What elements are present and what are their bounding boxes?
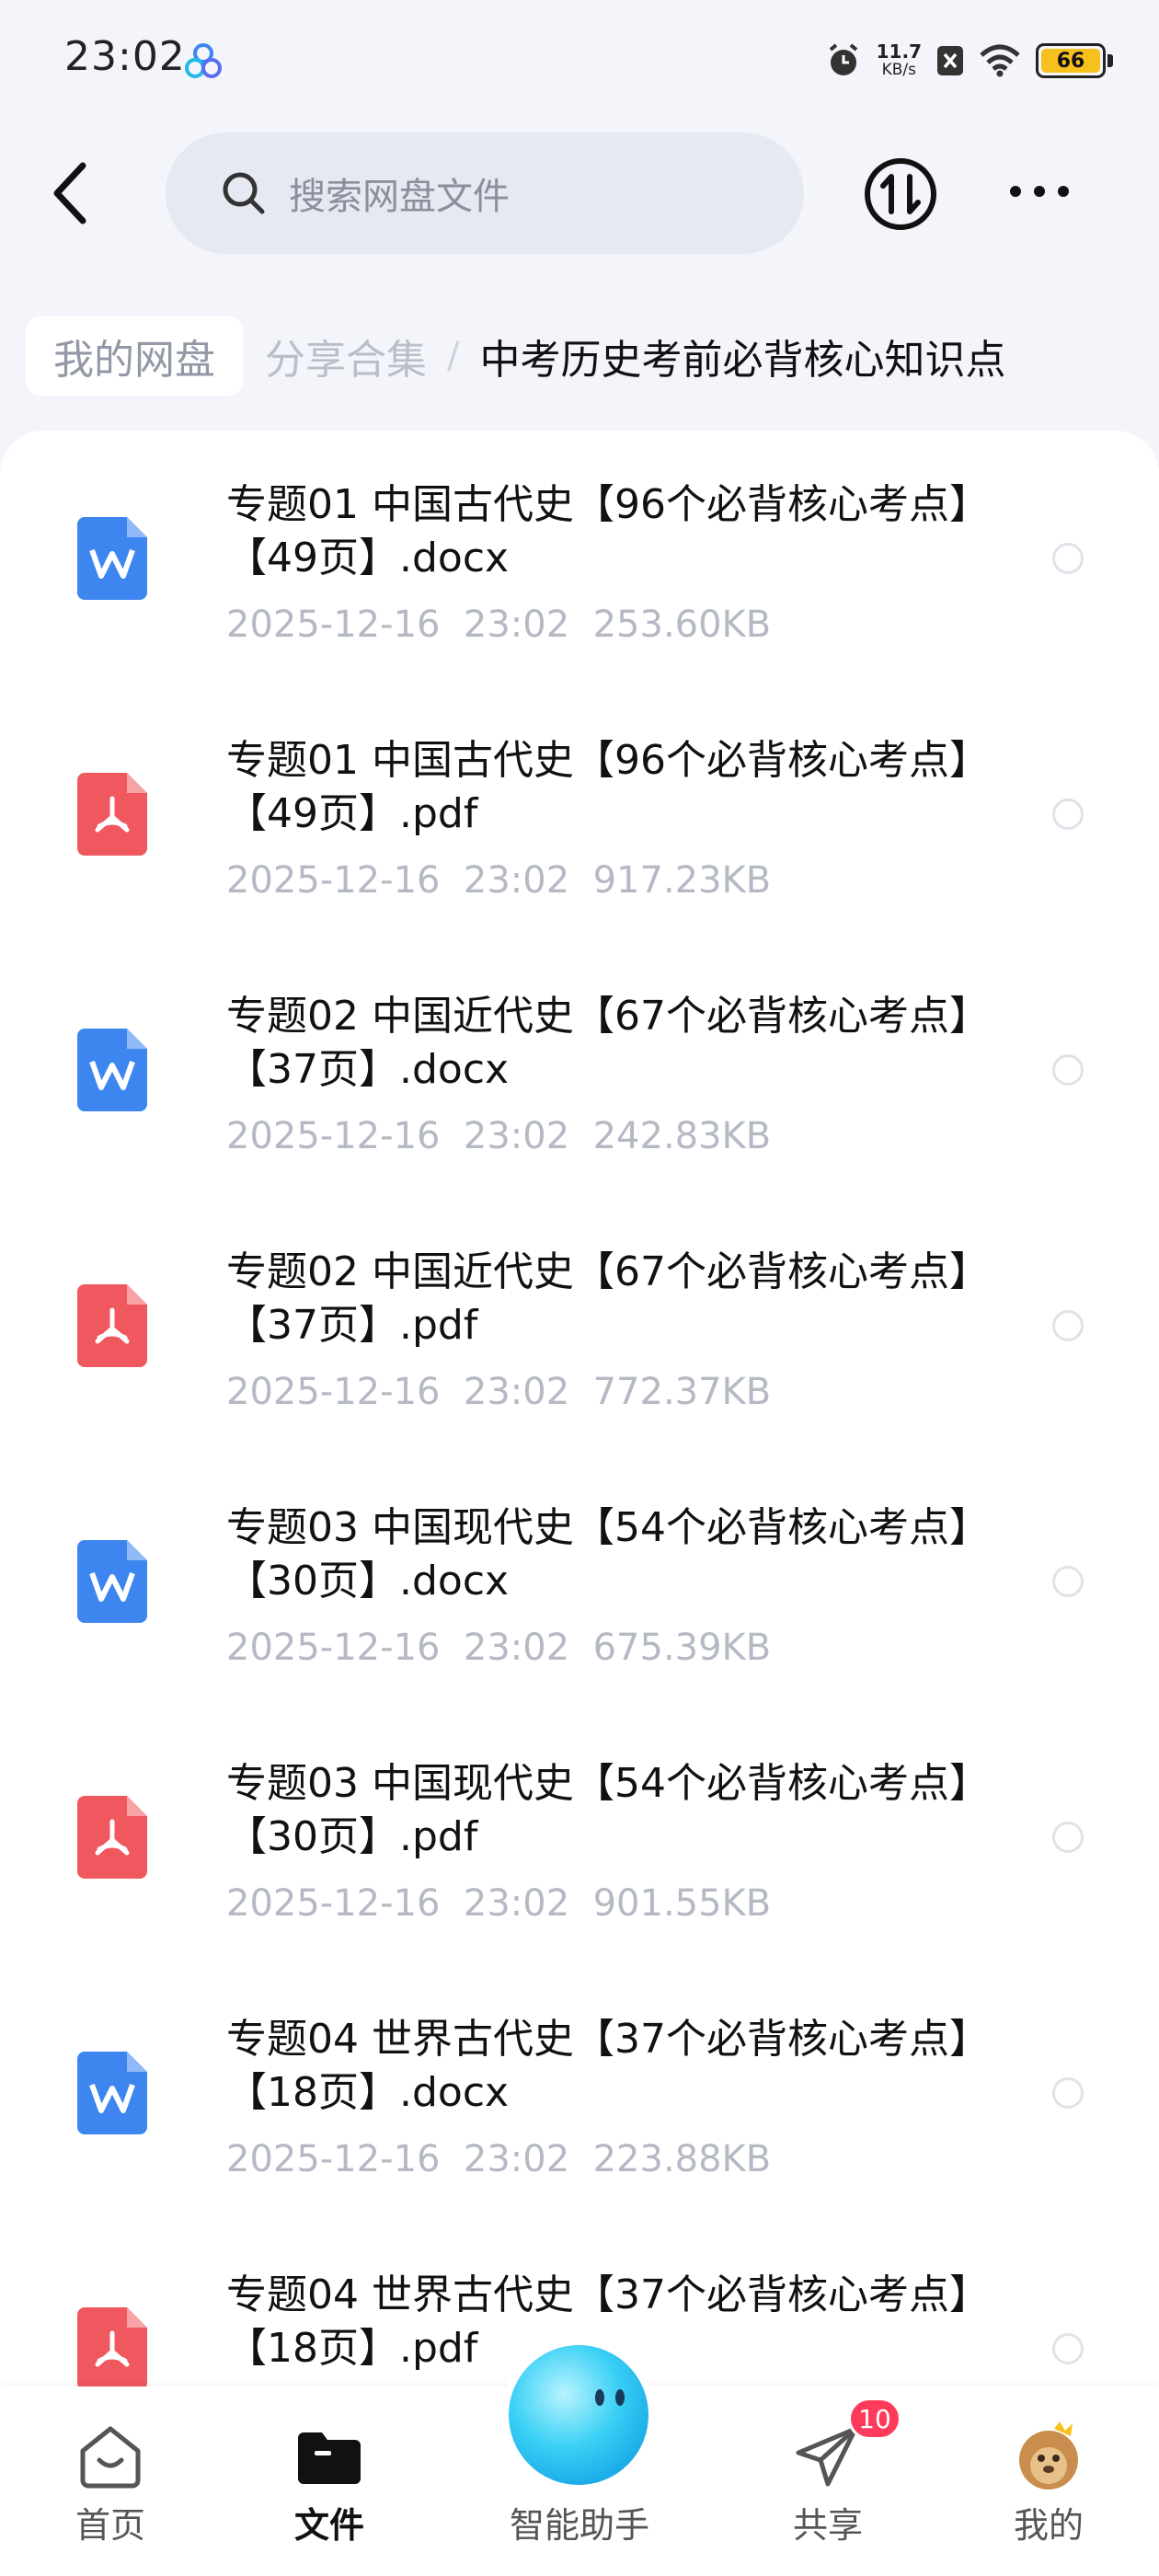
file-item[interactable]: 专题02 中国近代史【67个必背核心考点】【37页】.docx 2025-12-… bbox=[0, 942, 1159, 1198]
word-icon bbox=[77, 1029, 147, 1111]
word-icon bbox=[77, 1540, 147, 1623]
share-notification-badge: 10 bbox=[848, 2398, 901, 2440]
file-name: 专题03 中国现代史【54个必背核心考点】【30页】.pdf bbox=[226, 1760, 970, 1860]
file-name: 专题01 中国古代史【96个必背核心考点】【49页】.pdf bbox=[226, 737, 970, 837]
wifi-icon bbox=[980, 44, 1020, 77]
file-item[interactable]: 专题03 中国现代史【54个必背核心考点】【30页】.pdf 2025-12-1… bbox=[0, 1709, 1159, 1965]
select-radio[interactable] bbox=[1052, 2333, 1084, 2364]
breadcrumb-home[interactable]: 我的网盘 bbox=[26, 316, 243, 396]
file-meta: 2025-12-16 23:02 223.88KB bbox=[226, 2138, 772, 2180]
file-name: 专题02 中国近代史【67个必背核心考点】【37页】.pdf bbox=[226, 1248, 970, 1349]
file-name: 专题01 中国古代史【96个必背核心考点】【49页】.docx bbox=[226, 481, 970, 581]
breadcrumb-separator: / bbox=[447, 335, 460, 377]
pdf-icon bbox=[77, 1796, 147, 1879]
select-radio[interactable] bbox=[1052, 1310, 1084, 1341]
word-icon bbox=[77, 2052, 147, 2134]
file-meta: 2025-12-16 23:02 901.55KB bbox=[226, 1882, 772, 1925]
select-radio[interactable] bbox=[1052, 1054, 1084, 1086]
file-item[interactable]: 专题01 中国古代史【96个必背核心考点】【49页】.docx 2025-12-… bbox=[0, 431, 1159, 686]
select-radio[interactable] bbox=[1052, 543, 1084, 574]
alarm-icon bbox=[829, 43, 857, 75]
avatar bbox=[1019, 2421, 1078, 2490]
select-radio[interactable] bbox=[1052, 799, 1084, 830]
nav-home[interactable]: 首页 bbox=[18, 2386, 202, 2576]
file-item[interactable]: 专题02 中国近代史【67个必背核心考点】【37页】.pdf 2025-12-1… bbox=[0, 1198, 1159, 1454]
battery-indicator: 66 bbox=[1036, 43, 1113, 78]
file-meta: 2025-12-16 23:02 253.60KB bbox=[226, 604, 772, 646]
nav-files[interactable]: 文件 bbox=[237, 2386, 421, 2576]
select-radio[interactable] bbox=[1052, 1822, 1084, 1853]
breadcrumb-parent[interactable]: 分享合集 bbox=[265, 327, 427, 385]
status-bar: 23:02 11.7 KB/s 66 bbox=[0, 0, 1159, 120]
no-sim-icon bbox=[937, 46, 963, 75]
header: 搜索网盘文件 bbox=[0, 129, 1159, 258]
nav-files-label: 文件 bbox=[293, 2505, 364, 2546]
file-list: 专题01 中国古代史【96个必背核心考点】【49页】.docx 2025-12-… bbox=[0, 431, 1159, 2576]
search-placeholder: 搜索网盘文件 bbox=[289, 176, 510, 218]
nav-mine-label: 我的 bbox=[1013, 2505, 1084, 2546]
file-meta: 2025-12-16 23:02 675.39KB bbox=[226, 1627, 772, 1669]
pdf-icon bbox=[77, 1284, 147, 1367]
file-item[interactable]: 专题03 中国现代史【54个必背核心考点】【30页】.docx 2025-12-… bbox=[0, 1454, 1159, 1709]
file-name: 专题04 世界古代史【37个必背核心考点】【18页】.docx bbox=[226, 2016, 970, 2116]
home-icon bbox=[80, 2426, 141, 2489]
breadcrumb: 我的网盘 分享合集 / 中考历史考前必背核心知识点 bbox=[26, 316, 1005, 396]
net-speed: 11.7 KB/s bbox=[876, 40, 922, 79]
nav-share-label: 共享 bbox=[792, 2505, 863, 2546]
word-icon bbox=[77, 517, 147, 600]
more-options-icon[interactable] bbox=[1003, 173, 1076, 210]
file-name: 专题03 中国现代史【54个必背核心考点】【30页】.docx bbox=[226, 1504, 970, 1604]
breadcrumb-current: 中考历史考前必背核心知识点 bbox=[479, 337, 1006, 384]
select-radio[interactable] bbox=[1052, 2077, 1084, 2109]
battery-level: 66 bbox=[1041, 49, 1100, 73]
status-time: 23:02 bbox=[64, 33, 186, 80]
pdf-icon bbox=[77, 2307, 147, 2390]
file-meta: 2025-12-16 23:02 242.83KB bbox=[226, 1115, 772, 1157]
file-meta: 2025-12-16 23:02 917.23KB bbox=[226, 859, 772, 902]
nav-mine[interactable]: 我的 bbox=[957, 2386, 1141, 2576]
back-arrow-icon[interactable] bbox=[46, 160, 98, 226]
file-item[interactable]: 专题04 世界古代史【37个必背核心考点】【18页】.docx 2025-12-… bbox=[0, 1965, 1159, 2221]
assistant-orb-icon[interactable] bbox=[491, 2328, 666, 2502]
app-notification-icon bbox=[185, 43, 222, 78]
search-icon bbox=[223, 172, 265, 214]
nav-home-label: 首页 bbox=[75, 2505, 145, 2546]
select-radio[interactable] bbox=[1052, 1566, 1084, 1597]
transfer-list-icon[interactable] bbox=[863, 156, 938, 232]
search-input[interactable]: 搜索网盘文件 bbox=[166, 132, 804, 254]
folder-icon bbox=[298, 2432, 361, 2484]
file-item[interactable]: 专题01 中国古代史【96个必背核心考点】【49页】.pdf 2025-12-1… bbox=[0, 686, 1159, 942]
nav-assistant-label: 智能助手 bbox=[509, 2505, 649, 2546]
file-name: 专题02 中国近代史【67个必背核心考点】【37页】.docx bbox=[226, 993, 970, 1093]
pdf-icon bbox=[77, 773, 147, 856]
file-meta: 2025-12-16 23:02 772.37KB bbox=[226, 1371, 772, 1413]
